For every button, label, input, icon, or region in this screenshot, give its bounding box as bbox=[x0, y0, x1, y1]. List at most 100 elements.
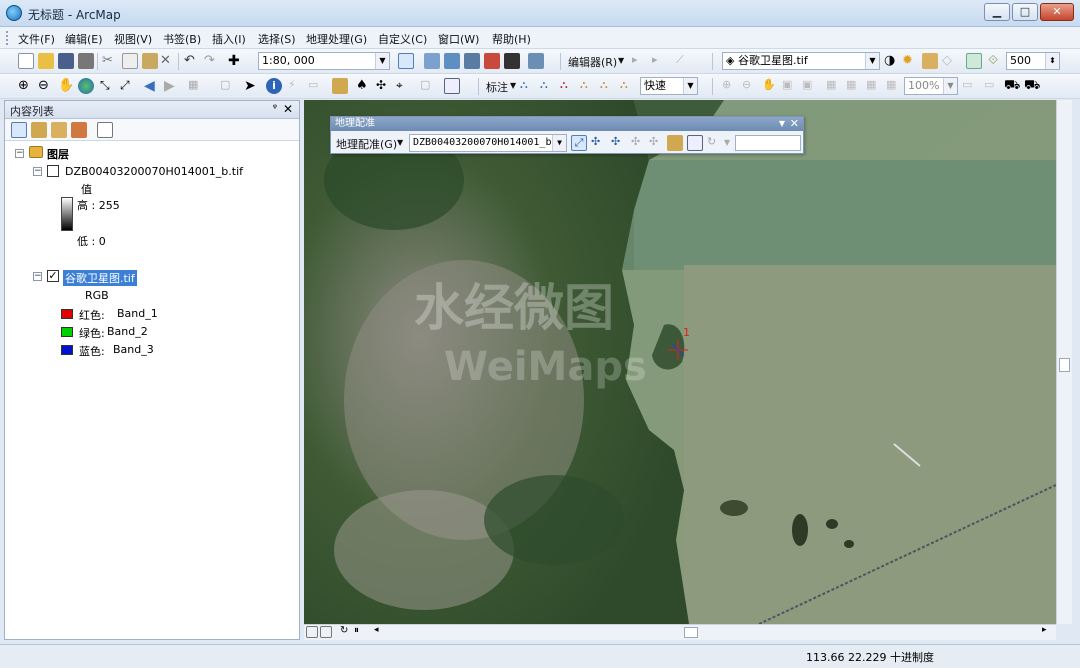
collapse-icon[interactable]: − bbox=[15, 149, 24, 158]
new-document-icon[interactable] bbox=[18, 53, 34, 69]
layer-name-google[interactable]: 谷歌卫星图.tif bbox=[63, 270, 137, 286]
layer-name-dzb[interactable]: DZB00403200070H014001_b.tif bbox=[65, 165, 243, 178]
zoom-to-link-icon[interactable]: ✣ bbox=[649, 135, 665, 151]
label-weight-icon[interactable]: ⛬ bbox=[560, 78, 576, 94]
layout-zoom-in-icon[interactable]: ⊕ bbox=[722, 78, 738, 94]
georef-menu[interactable]: 地理配准(G) bbox=[336, 136, 397, 152]
select-features-icon[interactable]: ▦ bbox=[188, 78, 204, 94]
minimize-button[interactable]: ▁ bbox=[984, 3, 1010, 21]
menu-selection[interactable]: 选择(S) bbox=[256, 31, 298, 47]
label-manager-icon[interactable]: ⛬ bbox=[520, 78, 536, 94]
layers-group-label[interactable]: 图层 bbox=[47, 146, 69, 162]
toc-close-icon[interactable]: ✕ bbox=[283, 102, 293, 116]
layout-zoom-out-icon[interactable]: ⊖ bbox=[742, 78, 758, 94]
menu-help[interactable]: 帮助(H) bbox=[490, 31, 533, 47]
georef-input-field[interactable] bbox=[735, 135, 801, 151]
view-unplaced-labels-icon[interactable]: ⛬ bbox=[620, 78, 636, 94]
menu-bookmarks[interactable]: 书签(B) bbox=[161, 31, 203, 47]
menu-view[interactable]: 视图(V) bbox=[112, 31, 154, 47]
menu-customize[interactable]: 自定义(C) bbox=[376, 31, 429, 47]
clear-selection-icon[interactable]: ▢ bbox=[220, 78, 236, 94]
catalog-icon[interactable] bbox=[444, 53, 460, 69]
scroll-thumb[interactable] bbox=[1059, 358, 1070, 372]
georef-layer-combo[interactable]: DZB00403200070H014001_b.ti ▼ bbox=[409, 134, 567, 152]
transparency-icon[interactable] bbox=[922, 53, 938, 69]
list-by-source-icon[interactable] bbox=[31, 122, 47, 138]
map-scale-combo[interactable]: 1:80, 000 ▼ bbox=[258, 52, 390, 70]
back-arrow-icon[interactable]: ◀ bbox=[144, 78, 160, 94]
map-display[interactable]: 1 水经微图 WeiMaps bbox=[304, 100, 1056, 624]
fixed-zoom-out-icon[interactable]: ⤢ bbox=[120, 78, 136, 94]
model-builder-icon[interactable] bbox=[528, 53, 544, 69]
layout-fixed-out-icon[interactable]: ▦ bbox=[846, 78, 862, 94]
menu-edit[interactable]: 编辑(E) bbox=[63, 31, 105, 47]
brightness-icon[interactable]: ✹ bbox=[902, 53, 918, 69]
find-binoculars-icon[interactable]: ♠ bbox=[356, 78, 372, 94]
go-to-xy-icon[interactable]: ⌖ bbox=[396, 78, 412, 94]
menu-windows[interactable]: 窗口(W) bbox=[436, 31, 481, 47]
collapse-icon[interactable]: − bbox=[33, 167, 42, 176]
view-link-table-icon[interactable] bbox=[667, 135, 683, 151]
full-extent-globe-icon[interactable] bbox=[78, 78, 94, 94]
undo-icon[interactable]: ↶ bbox=[184, 53, 200, 69]
print-icon[interactable] bbox=[78, 53, 94, 69]
close-button[interactable]: ✕ bbox=[1040, 3, 1074, 21]
find-route-icon[interactable]: ✣ bbox=[376, 78, 392, 94]
layout-fixed-in-icon[interactable]: ▦ bbox=[826, 78, 842, 94]
list-by-drawing-order-icon[interactable] bbox=[11, 122, 27, 138]
html-popup-icon[interactable]: ▭ bbox=[308, 78, 324, 94]
add-control-points-icon[interactable]: ✣ bbox=[611, 135, 627, 151]
edit-annotation-icon[interactable]: ▸ bbox=[652, 53, 668, 69]
label-priority-icon[interactable]: ⛬ bbox=[540, 78, 556, 94]
edit-tool-icon[interactable]: ▸ bbox=[632, 53, 648, 69]
save-icon[interactable] bbox=[58, 53, 74, 69]
delete-icon[interactable]: ✕ bbox=[160, 53, 176, 69]
redo-icon[interactable]: ↷ bbox=[204, 53, 220, 69]
layout-zoom-percent-combo[interactable]: 100% ▼ bbox=[904, 77, 958, 95]
georef-close-icon[interactable]: ✕ bbox=[790, 117, 799, 130]
viewer-icon[interactable] bbox=[687, 135, 703, 151]
pan-hand-icon[interactable]: ✋ bbox=[58, 78, 74, 94]
scroll-right-icon[interactable]: ▸ bbox=[1042, 625, 1058, 641]
maximize-button[interactable]: □ bbox=[1012, 3, 1038, 21]
cut-icon[interactable]: ✂ bbox=[102, 53, 118, 69]
measure-icon[interactable] bbox=[332, 78, 348, 94]
add-data-icon[interactable]: ✚ bbox=[228, 53, 244, 69]
search-window-icon[interactable] bbox=[464, 53, 480, 69]
resolution-input[interactable]: 500 ⬍ bbox=[1006, 52, 1060, 70]
collapse-icon[interactable]: − bbox=[33, 272, 42, 281]
scroll-left-icon[interactable]: ◂ bbox=[374, 625, 390, 641]
create-viewer-icon[interactable] bbox=[444, 78, 460, 94]
scroll-thumb[interactable] bbox=[684, 627, 698, 638]
layout-forward-icon[interactable]: ▦ bbox=[886, 78, 902, 94]
python-window-icon[interactable] bbox=[504, 53, 520, 69]
label-quality-combo[interactable]: 快速 ▼ bbox=[640, 77, 698, 95]
map-horizontal-scrollbar[interactable]: ↻ ⏸ ◂ ▸ bbox=[304, 624, 1056, 640]
focus-data-frame-icon[interactable]: ▭ bbox=[984, 78, 1000, 94]
straight-segment-icon[interactable]: ⟋ bbox=[676, 53, 692, 69]
open-folder-icon[interactable] bbox=[38, 53, 54, 69]
pixel-resolution-icon[interactable]: ⟐ bbox=[988, 53, 1004, 69]
toc-options-icon[interactable] bbox=[97, 122, 113, 138]
pause-labeling-icon[interactable]: ⛬ bbox=[600, 78, 616, 94]
zoom-in-icon[interactable]: ⊕ bbox=[18, 78, 34, 94]
hyperlink-icon[interactable]: ⚡ bbox=[288, 78, 304, 94]
contrast-icon[interactable]: ◑ bbox=[884, 53, 900, 69]
arctoolbox-icon[interactable] bbox=[484, 53, 500, 69]
identify-icon[interactable]: i bbox=[266, 78, 282, 94]
data-view-icon[interactable] bbox=[306, 626, 318, 638]
zoom-whole-page-icon[interactable]: ▣ bbox=[782, 78, 798, 94]
toggle-draft-mode-icon[interactable]: ▭ bbox=[962, 78, 978, 94]
georef-scale-icon[interactable] bbox=[966, 53, 982, 69]
chevron-down-icon[interactable]: ▼ bbox=[779, 117, 785, 130]
layer-visibility-checkbox[interactable]: ✓ bbox=[47, 270, 59, 282]
select-elements-arrow-icon[interactable]: ➤ bbox=[244, 78, 260, 94]
forward-arrow-icon[interactable]: ▶ bbox=[164, 78, 180, 94]
layer-visibility-checkbox[interactable] bbox=[47, 165, 59, 177]
paste-icon[interactable] bbox=[142, 53, 158, 69]
layout-pan-icon[interactable]: ✋ bbox=[762, 78, 778, 94]
lock-labels-icon[interactable]: ⛬ bbox=[580, 78, 596, 94]
layout-back-icon[interactable]: ▦ bbox=[866, 78, 882, 94]
update-display-icon[interactable]: ↻ bbox=[707, 135, 723, 151]
rotate-icon[interactable]: ⤢ bbox=[571, 135, 587, 151]
